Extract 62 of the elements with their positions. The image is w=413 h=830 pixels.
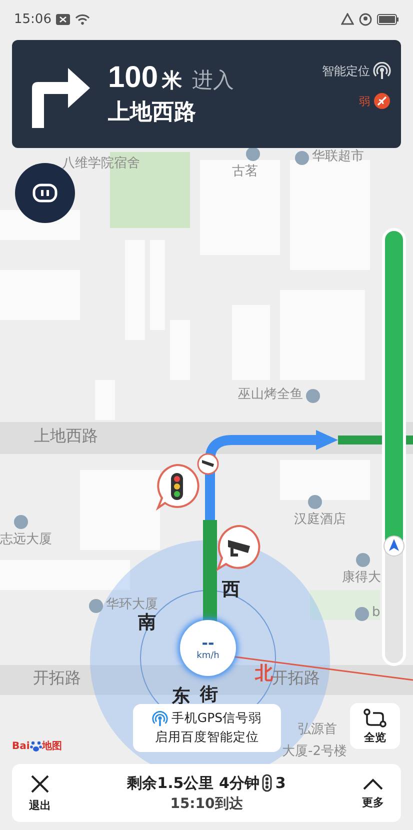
notification-icon: [56, 14, 70, 24]
place-label: 华环大厦: [106, 597, 158, 612]
weak-signal-icon: [373, 92, 391, 110]
road-label: 上地西路: [34, 426, 98, 445]
place-label: b: [372, 605, 380, 621]
place-pin-icon: [356, 553, 370, 567]
place-pin-icon: [89, 599, 103, 613]
road-label: 开拓路: [272, 668, 320, 687]
positioning-label: 智能定位: [322, 62, 370, 80]
gps-notice[interactable]: 手机GPS信号弱 启用百度智能定位: [133, 704, 281, 752]
distance-unit: 米: [162, 67, 182, 94]
place-pin-icon: [308, 495, 322, 509]
distance-text: 100: [108, 61, 158, 95]
wifi-icon: [75, 14, 90, 24]
battery-icon: [377, 14, 399, 24]
place-label: 弘源首: [298, 722, 337, 738]
more-button[interactable]: 更多: [352, 776, 393, 810]
overview-button[interactable]: 全览: [350, 703, 400, 749]
road-name: 上地西路: [108, 99, 197, 127]
action-text: 进入: [192, 67, 234, 94]
place-label: 大厦-2号楼: [282, 744, 347, 760]
gps-warning-text: 手机GPS信号弱: [171, 710, 262, 727]
place-label: 康得大: [342, 570, 381, 586]
camera-icon: [196, 452, 220, 476]
traffic-light-icon: [262, 774, 272, 792]
route-icon: [363, 708, 387, 728]
robot-face-icon: [32, 183, 58, 203]
exit-button[interactable]: 退出: [20, 774, 60, 812]
park-area: [310, 590, 380, 620]
place-label: 华联超市: [312, 149, 364, 165]
antenna-icon: [152, 710, 168, 726]
place-pin-icon: [295, 151, 309, 165]
traffic-light-count: 3: [275, 774, 286, 792]
place-pin-icon: [306, 389, 320, 403]
road-label: 开拓路: [33, 668, 81, 687]
caret-icon: [362, 776, 384, 790]
place-pin-icon: [246, 147, 260, 161]
direction-label: 街: [200, 684, 218, 705]
place-label: 巫山烤全鱼: [238, 387, 303, 403]
paw-icon: [30, 740, 42, 752]
alert-icon: [341, 13, 354, 25]
place-label: 志远大厦: [0, 532, 52, 548]
speed-value: --: [202, 635, 214, 651]
place-label: 古茗: [232, 164, 258, 180]
direction-label: 西: [222, 579, 240, 600]
remaining-text: 剩余1.5公里 4分钟: [127, 774, 260, 792]
close-icon: [30, 774, 50, 794]
direction-label: 东: [172, 686, 190, 707]
status-time: 15:06: [14, 12, 52, 26]
speed-unit: km/h: [196, 651, 220, 661]
signal-strength-text: 弱: [359, 94, 370, 108]
north-label: 北: [255, 663, 273, 684]
arrival-time: 15:10到达: [170, 794, 243, 812]
logo-text: 地图: [42, 740, 62, 753]
place-pin-icon: [14, 515, 28, 529]
direction-label: 南: [138, 612, 156, 633]
logo-text: Bai: [12, 740, 30, 752]
place-label: 汉庭酒店: [294, 512, 346, 528]
antenna-icon: [373, 62, 391, 80]
place-label: 八维学院宿舍: [62, 156, 140, 172]
user-circle-icon: [359, 12, 372, 26]
enable-smart-positioning-text: 启用百度智能定位: [155, 729, 259, 746]
